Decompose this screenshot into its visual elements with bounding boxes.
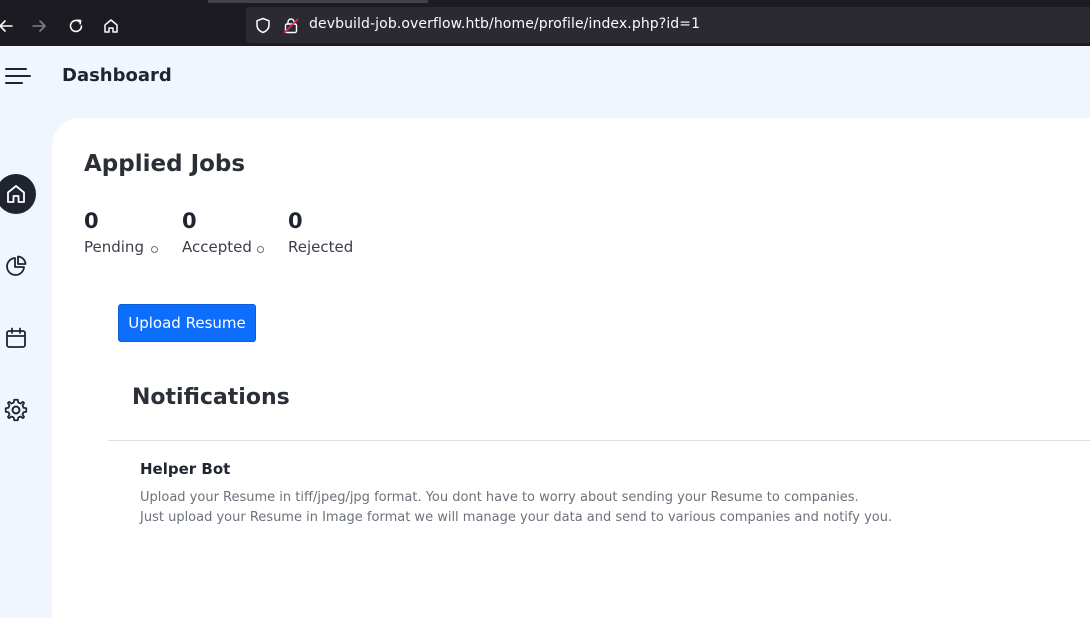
- home-icon: [7, 185, 25, 203]
- stat-rejected: 0 Rejected: [288, 208, 353, 256]
- stat-value: 0: [84, 209, 99, 233]
- stat-label: Accepted: [182, 238, 252, 256]
- upload-resume-button[interactable]: Upload Resume: [118, 304, 256, 342]
- back-arrow-icon: [0, 20, 13, 32]
- sidebar-item-settings[interactable]: [0, 390, 36, 430]
- app-header: Dashboard: [0, 46, 1090, 118]
- url-text[interactable]: devbuild-job.overflow.htb/home/profile/i…: [309, 16, 700, 32]
- sidebar-item-calendar[interactable]: [0, 318, 36, 358]
- stat-label: Rejected: [288, 238, 354, 256]
- stat-accepted: 0 Accepted: [182, 208, 252, 256]
- calendar-icon: [6, 327, 26, 348]
- notification-item: Helper Bot Upload your Resume in tiff/jp…: [140, 460, 1040, 528]
- menu-toggle-button[interactable]: [4, 66, 32, 86]
- active-tab-indicator[interactable]: [208, 0, 428, 3]
- url-bar[interactable]: devbuild-job.overflow.htb/home/profile/i…: [246, 7, 1090, 43]
- stat-label: Pending: [84, 238, 144, 256]
- forward-button[interactable]: [27, 13, 53, 39]
- stat-pending: 0 Pending: [84, 208, 144, 256]
- notification-message-line: Upload your Resume in tiff/jpeg/jpg form…: [140, 490, 859, 505]
- back-button[interactable]: [0, 13, 18, 39]
- notifications-title: Notifications: [132, 385, 290, 410]
- pie-chart-icon: [6, 255, 27, 276]
- home-button[interactable]: [98, 13, 124, 39]
- notification-sender: Helper Bot: [140, 460, 231, 478]
- main-content: Applied Jobs 0 Pending 0 Accepted 0 Reje…: [52, 118, 1090, 618]
- applied-jobs-title: Applied Jobs: [84, 151, 246, 177]
- separator-dot-icon: [257, 246, 264, 253]
- notification-message-line: Just upload your Resume in Image format …: [140, 510, 893, 525]
- separator-dot-icon: [151, 246, 158, 253]
- forward-arrow-icon: [32, 20, 46, 32]
- gear-icon: [4, 398, 28, 422]
- stat-value: 0: [182, 209, 197, 233]
- stat-value: 0: [288, 209, 303, 233]
- page-title: Dashboard: [62, 65, 172, 86]
- sidebar-item-home[interactable]: [0, 174, 36, 214]
- sidebar-item-stats[interactable]: [0, 246, 36, 286]
- menu-icon: [5, 68, 31, 84]
- lock-insecure-icon[interactable]: [283, 17, 299, 34]
- browser-home-icon: [104, 19, 118, 33]
- reload-icon: [69, 19, 83, 33]
- reload-button[interactable]: [63, 13, 89, 39]
- shield-icon[interactable]: [255, 17, 271, 34]
- divider: [108, 440, 1090, 441]
- sidebar: [0, 118, 52, 601]
- browser-toolbar: devbuild-job.overflow.htb/home/profile/i…: [0, 0, 1090, 46]
